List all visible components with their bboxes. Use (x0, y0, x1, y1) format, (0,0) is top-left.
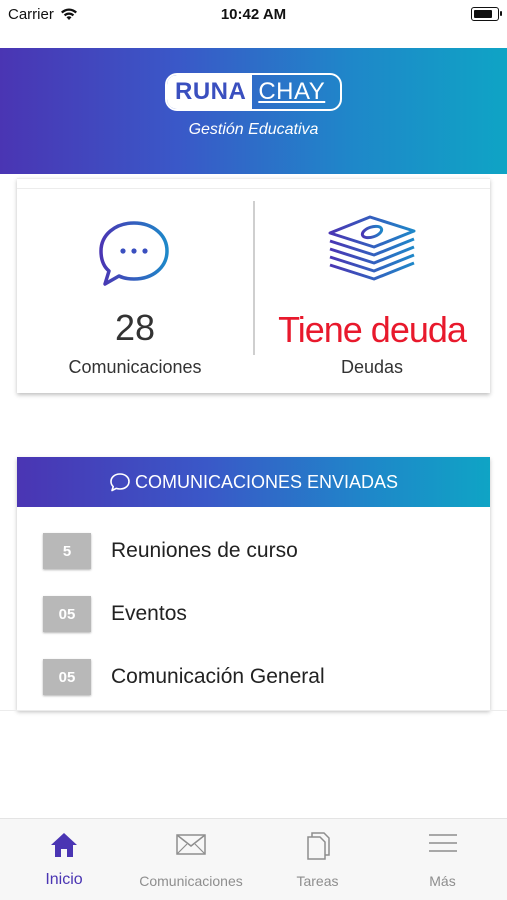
chat-outline-icon (110, 473, 130, 492)
status-bar: Carrier 10:42 AM (0, 0, 507, 30)
communications-label: Comunicaciones (68, 357, 202, 377)
debts-label: Deudas (340, 357, 404, 377)
debt-status: Tiene deuda (278, 309, 467, 350)
tab-tasks[interactable]: Tareas (270, 819, 365, 900)
tab-label: Inicio (45, 871, 83, 888)
list-item[interactable]: 05 Eventos (43, 596, 187, 632)
bottom-tab-bar: Inicio Comunicaciones Tareas Más (0, 818, 507, 900)
count-badge: 05 (43, 596, 91, 632)
sent-communications-title: COMUNICACIONES ENVIADAS (134, 471, 399, 492)
debts-summary[interactable]: Tiene deuda Deudas (254, 189, 490, 389)
tab-home[interactable]: Inicio (14, 819, 114, 900)
count-badge: 05 (43, 659, 91, 695)
status-time: 10:42 AM (220, 6, 287, 23)
chat-bubble-icon (99, 221, 169, 286)
list-item[interactable]: 05 Comunicación General (43, 659, 325, 695)
logo-left-text: RUNA (167, 75, 253, 109)
sent-communications-header: COMUNICACIONES ENVIADAS (17, 457, 490, 507)
list-item[interactable]: 5 Reuniones de curso (43, 533, 298, 569)
tab-communications[interactable]: Comunicaciones (126, 819, 256, 900)
list-item-label: Reuniones de curso (111, 539, 298, 562)
home-icon (51, 833, 77, 857)
sent-communications-card: COMUNICACIONES ENVIADAS 5 Reuniones de c… (17, 457, 490, 710)
logo-right-text: CHAY (258, 78, 326, 105)
battery-icon (471, 7, 502, 21)
count-badge: 5 (43, 533, 91, 569)
content-divider (0, 710, 507, 711)
list-item-label: Eventos (111, 602, 187, 625)
envelope-icon (176, 834, 206, 855)
app-subtitle: Gestión Educativa (188, 121, 319, 138)
tab-label: Tareas (296, 873, 339, 889)
tab-more[interactable]: Más (395, 819, 490, 900)
app-logo: RUNA CHAY (165, 73, 342, 111)
communications-count: 28 (114, 307, 156, 348)
list-item-label: Comunicación General (111, 665, 325, 688)
communications-summary[interactable]: 28 Comunicaciones (17, 189, 253, 389)
tab-label: Comunicaciones (139, 873, 243, 889)
document-icon (306, 832, 330, 860)
menu-icon (428, 834, 457, 852)
app-header: RUNA CHAY Gestión Educativa (0, 48, 507, 174)
tab-label: Más (429, 873, 456, 889)
money-stack-icon (328, 215, 416, 281)
card-top-divider (17, 179, 490, 189)
summary-card: 28 Comunicaciones Tiene deuda Deudas (17, 178, 490, 393)
